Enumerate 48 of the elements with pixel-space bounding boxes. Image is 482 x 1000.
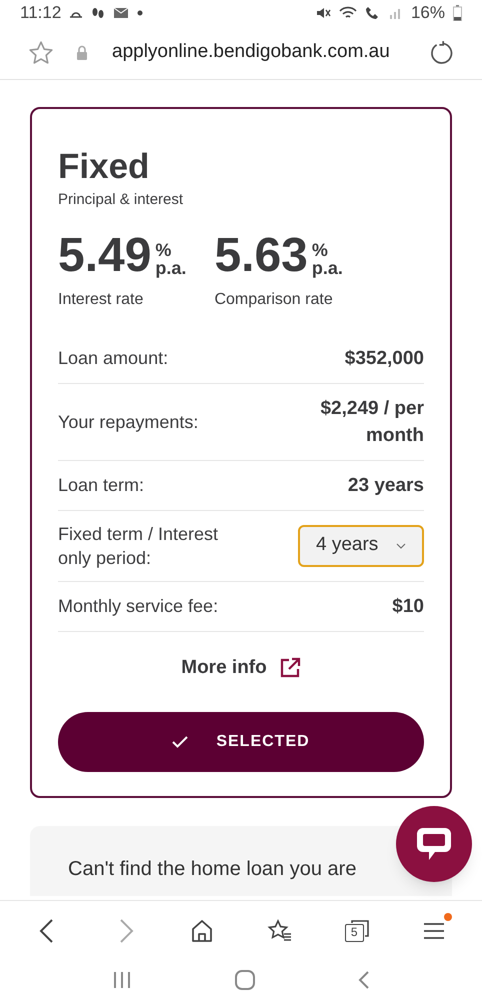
per-annum-unit: p.a.: [312, 258, 343, 276]
clock: 11:12: [20, 2, 62, 24]
row-label: Your repayments:: [58, 410, 200, 434]
rate-value: 5.63: [214, 230, 308, 282]
row-value: 23 years: [346, 474, 424, 498]
battery-percent: 16%: [410, 2, 445, 24]
term-select[interactable]: 4 years: [298, 524, 424, 566]
signal-icon: [388, 7, 403, 19]
row-label: Fixed term / Interest only period:: [58, 522, 220, 570]
chat-icon: [415, 826, 453, 862]
home-icon: [190, 918, 214, 942]
row-label: Loan amount:: [58, 347, 170, 370]
recent-apps-icon: [112, 971, 132, 989]
mute-icon: [314, 6, 331, 20]
selected-button[interactable]: SELECTED: [58, 712, 424, 772]
promo-text: Can't find the home loan you are: [68, 858, 356, 880]
dot-icon: [137, 10, 144, 16]
rate-label: Comparison rate: [214, 290, 334, 310]
star-icon: [28, 40, 54, 66]
chevron-down-icon: [396, 542, 406, 548]
row-value: $2,249 / per month: [319, 396, 424, 448]
percent-unit: %: [155, 240, 172, 258]
phone-icon: [364, 6, 381, 20]
tabs-button[interactable]: 5: [336, 910, 377, 950]
loan-subtitle: Principal & interest: [58, 190, 184, 210]
external-link-icon: [278, 656, 301, 679]
row-value: $10: [391, 594, 424, 618]
mail-icon: [113, 7, 130, 19]
footprints-icon: [91, 7, 106, 19]
row-value: $352,000: [344, 346, 424, 370]
home-nav-icon: [234, 970, 255, 990]
row-label: Monthly service fee:: [58, 595, 220, 618]
back-nav-icon: [358, 970, 370, 990]
loan-title: Fixed: [58, 147, 150, 187]
more-info-link[interactable]: More info: [181, 654, 301, 682]
rate-label: Interest rate: [58, 290, 144, 310]
star-list-icon: [266, 918, 293, 942]
url-text[interactable]: applyonline.bendigobank.com.au: [112, 38, 428, 67]
battery-icon: [453, 5, 462, 21]
check-icon: [172, 736, 188, 748]
lock-icon: [76, 45, 88, 60]
per-annum-unit: p.a.: [155, 258, 186, 276]
tab-count: 5: [344, 924, 364, 942]
row-label: Loan term:: [58, 474, 146, 497]
wifi-icon: [338, 6, 357, 20]
reload-icon: [428, 40, 454, 66]
rate-value: 5.49: [58, 230, 152, 282]
percent-unit: %: [312, 240, 329, 258]
